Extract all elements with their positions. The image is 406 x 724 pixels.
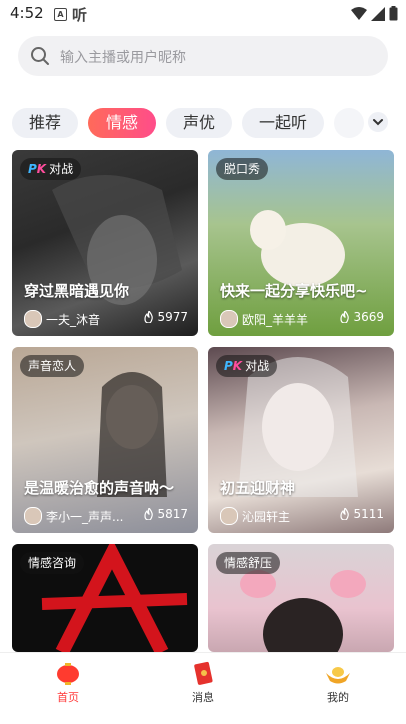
room-title: 穿过黑暗遇见你 bbox=[24, 282, 130, 300]
tab-overflow[interactable] bbox=[334, 108, 364, 138]
bottom-navigation: 首页 消息 我的 bbox=[0, 652, 406, 724]
heat-value: 3669 bbox=[353, 310, 384, 324]
chevron-down-icon bbox=[373, 119, 383, 126]
room-title: 是温暖治愈的声音呐～ bbox=[24, 479, 175, 497]
avatar bbox=[220, 310, 238, 328]
heat-value: 5817 bbox=[157, 507, 188, 521]
heat-value: 5111 bbox=[353, 507, 384, 521]
room-tag: PK 对战 bbox=[216, 355, 278, 377]
tab-voice-actor[interactable]: 声优 bbox=[166, 108, 232, 138]
notification-a-icon: A bbox=[54, 8, 67, 21]
nav-messages-label: 消息 bbox=[192, 691, 214, 704]
status-time: 4:52 bbox=[10, 4, 44, 22]
nav-profile[interactable]: 我的 bbox=[298, 661, 378, 705]
heat-count: 5977 bbox=[144, 310, 188, 324]
room-title: 快来一起分享快乐吧~ bbox=[220, 282, 368, 300]
battery-icon bbox=[389, 6, 398, 21]
nav-home-label: 首页 bbox=[57, 691, 79, 704]
room-meta: 沁园轩主 5111 bbox=[220, 507, 384, 525]
room-card[interactable]: 声音恋人 是温暖治愈的声音呐～ 李小一_声声... 5817 bbox=[12, 347, 198, 533]
room-card[interactable]: 情感咨询 bbox=[12, 544, 198, 652]
status-indicators bbox=[351, 6, 398, 21]
tab-recommend[interactable]: 推荐 bbox=[12, 108, 78, 138]
lantern-icon bbox=[54, 661, 82, 687]
room-tag-label: 脱口秀 bbox=[224, 162, 261, 176]
room-card[interactable]: PK 对战 穿过黑暗遇见你 一夫_沐音 5977 bbox=[12, 150, 198, 336]
room-tag-label: 情感舒压 bbox=[224, 556, 273, 570]
host-name: 沁园轩主 bbox=[242, 510, 291, 524]
room-tag: 情感舒压 bbox=[216, 552, 281, 574]
notification-listen-icon: 听 bbox=[72, 6, 88, 24]
nav-home[interactable]: 首页 bbox=[28, 661, 108, 705]
room-tag-label: 对战 bbox=[49, 162, 74, 176]
heat-count: 3669 bbox=[340, 310, 384, 324]
expand-tabs-button[interactable] bbox=[368, 112, 388, 132]
host-name: 一夫_沐音 bbox=[46, 313, 101, 327]
signal-icon bbox=[371, 6, 385, 21]
search-icon bbox=[31, 47, 49, 65]
flame-icon bbox=[144, 508, 154, 520]
room-tag: 声音恋人 bbox=[20, 355, 85, 377]
status-bar: 4:52 A 听 bbox=[0, 0, 406, 28]
heat-count: 5111 bbox=[340, 507, 384, 521]
heat-value: 5977 bbox=[157, 310, 188, 324]
pk-icon: PK bbox=[28, 162, 47, 176]
room-meta: 李小一_声声... 5817 bbox=[24, 507, 188, 525]
tab-listen-together[interactable]: 一起听 bbox=[242, 108, 324, 138]
heat-count: 5817 bbox=[144, 507, 188, 521]
room-tag: 脱口秀 bbox=[216, 158, 269, 180]
nav-profile-label: 我的 bbox=[327, 691, 349, 704]
room-tag-label: 对战 bbox=[245, 359, 270, 373]
avatar bbox=[220, 507, 238, 525]
tab-emotion[interactable]: 情感 bbox=[88, 108, 156, 138]
room-card[interactable]: PK 对战 初五迎财神 沁园轩主 5111 bbox=[208, 347, 394, 533]
room-meta: 欧阳_羊羊羊 3669 bbox=[220, 310, 384, 328]
wifi-icon bbox=[351, 6, 367, 20]
flame-icon bbox=[340, 508, 350, 520]
room-tag-label: 情感咨询 bbox=[28, 556, 77, 570]
host-name: 李小一_声声... bbox=[46, 510, 124, 524]
gold-ingot-icon bbox=[324, 661, 352, 687]
room-tag-label: 声音恋人 bbox=[28, 359, 77, 373]
nav-messages[interactable]: 消息 bbox=[163, 661, 243, 705]
room-tag: PK 对战 bbox=[20, 158, 82, 180]
avatar bbox=[24, 310, 42, 328]
flame-icon bbox=[144, 311, 154, 323]
pk-icon: PK bbox=[224, 359, 243, 373]
room-card[interactable]: 情感舒压 bbox=[208, 544, 394, 652]
room-tag: 情感咨询 bbox=[20, 552, 85, 574]
room-meta: 一夫_沐音 5977 bbox=[24, 310, 188, 328]
flame-icon bbox=[340, 311, 350, 323]
avatar bbox=[24, 507, 42, 525]
search-input[interactable]: 输入主播或用户昵称 bbox=[60, 47, 186, 67]
host-name: 欧阳_羊羊羊 bbox=[242, 313, 309, 327]
room-title: 初五迎财神 bbox=[220, 479, 296, 497]
room-card[interactable]: 脱口秀 快来一起分享快乐吧~ 欧阳_羊羊羊 3669 bbox=[208, 150, 394, 336]
search-bar[interactable]: 输入主播或用户昵称 bbox=[18, 36, 388, 76]
category-tabs: 推荐 情感 声优 一起听 bbox=[0, 108, 406, 140]
red-envelope-icon bbox=[189, 661, 217, 687]
